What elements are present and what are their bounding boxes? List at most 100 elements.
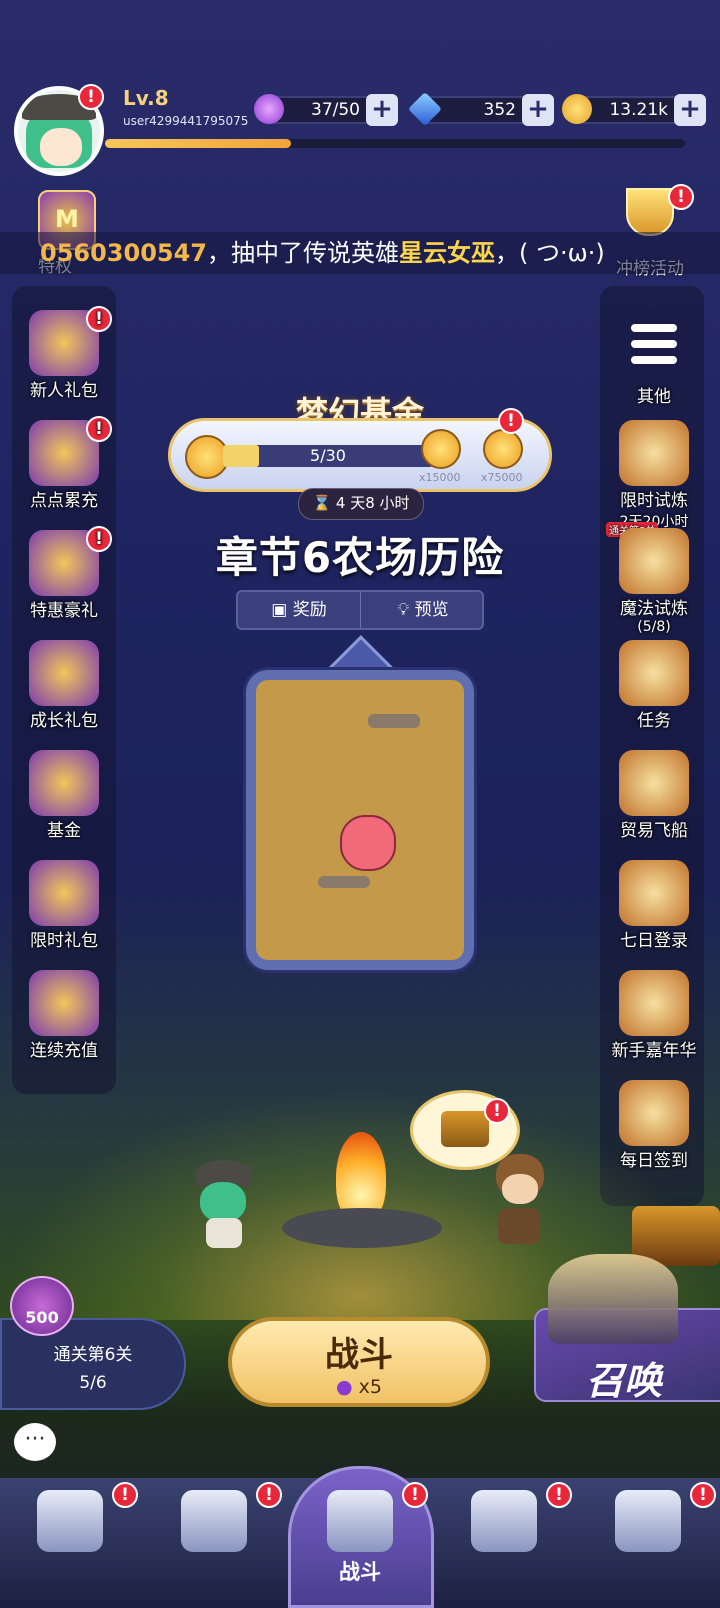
left-menu-label: 基金 <box>47 821 81 841</box>
left-menu-label: 连续充值 <box>30 1041 98 1061</box>
nav-item-2[interactable]: ! <box>164 1482 282 1590</box>
announcement-ticker: 0560300547，抽中了传说英雄星云女巫，( つ·ω·) <box>0 232 720 274</box>
player-level: Lv.8 <box>123 86 169 110</box>
add-gems-button[interactable]: + <box>522 94 554 126</box>
avatar-alert-badge: ! <box>78 84 104 110</box>
stage-reward-value: 500 <box>25 1308 59 1327</box>
left-menu-3[interactable]: 特惠豪礼! <box>4 526 124 621</box>
nav-item-1[interactable]: ! <box>20 1482 138 1590</box>
heroes-portrait-icon <box>619 528 689 594</box>
stage-card[interactable] <box>246 670 474 970</box>
gem-counter: 352 + <box>408 92 554 126</box>
hamburger-menu-icon <box>619 316 689 382</box>
ticker-hero: 星云女巫 <box>399 239 495 267</box>
camera-chest-icon: ▣ <box>271 600 288 620</box>
coin-value: 13.21k <box>609 100 668 120</box>
shop-icon <box>37 1490 103 1552</box>
witch-hero-icon[interactable] <box>186 1160 256 1250</box>
nav-item-5[interactable]: ! <box>598 1482 716 1590</box>
summon-button[interactable]: 召唤 <box>534 1254 720 1403</box>
battle-crest-icon <box>327 1490 393 1552</box>
rewards-tab-label: 奖励 <box>292 600 327 620</box>
left-menu-5[interactable]: 基金 <box>4 750 124 841</box>
calendar-icon <box>619 860 689 926</box>
nav-item-3[interactable]: 战斗! <box>310 1482 428 1590</box>
stone-ring-icon <box>282 1208 442 1248</box>
right-menu-1[interactable]: 其他 <box>594 316 714 407</box>
diamond-icon <box>408 92 442 126</box>
rock-icon <box>368 714 420 728</box>
rock-icon <box>318 876 370 888</box>
gem-chest-icon <box>29 860 99 926</box>
chat-bubble-icon: ··· <box>24 1427 46 1452</box>
ranking-alert-badge: ! <box>668 184 694 210</box>
trophy-icon <box>626 188 674 236</box>
add-coins-button[interactable]: + <box>674 94 706 126</box>
preview-tab-label: 预览 <box>414 600 449 620</box>
nav-item-4[interactable]: ! <box>454 1482 572 1590</box>
left-menu-2[interactable]: 点点累充! <box>4 416 124 511</box>
nav-alert-badge: ! <box>256 1482 282 1508</box>
battle-label: 战斗 <box>325 1335 393 1375</box>
right-menu-2[interactable]: 限时试炼2天20小时 <box>594 420 714 531</box>
left-menu-label: 成长礼包 <box>30 711 98 731</box>
summon-heroes-icon <box>548 1254 678 1344</box>
xp-bar <box>105 139 685 148</box>
fund-progress-bar: 5/30 <box>223 445 433 467</box>
elf-hero-icon[interactable] <box>484 1154 554 1250</box>
treasure-chest-icon <box>441 1111 489 1147</box>
rewards-tab[interactable]: ▣ 奖励 <box>238 592 361 628</box>
lightbulb-icon: 💡︎ <box>397 600 410 620</box>
gem-value: 352 <box>483 100 516 120</box>
blue-chest-icon <box>29 970 99 1036</box>
energy-counter: 37/50 + <box>254 94 398 126</box>
right-menu-sub: (5/8) <box>637 619 671 635</box>
coin-counter: 13.21k + <box>562 94 706 126</box>
fund-reward-a: x15000 <box>419 471 461 484</box>
player-id: user4299441795075 <box>123 114 249 128</box>
right-menu-4[interactable]: 任务 <box>594 640 714 731</box>
winged-shield-icon <box>29 750 99 816</box>
gold-coin-icon <box>483 429 523 469</box>
battle-cost-value: x5 <box>358 1376 382 1398</box>
monster-icon <box>340 815 396 871</box>
nav-alert-badge: ! <box>690 1482 716 1508</box>
battle-button[interactable]: 战斗 ● x5 <box>228 1317 490 1407</box>
nav-alert-badge: ! <box>112 1482 138 1508</box>
stage-progress-label: 通关第6关 <box>53 1345 133 1365</box>
stage-progress-count: 5/6 <box>79 1373 107 1393</box>
summon-label: 召唤 <box>586 1359 663 1403</box>
left-menu-1[interactable]: 新人礼包! <box>4 306 124 401</box>
right-menu-3[interactable]: 通关第8关魔法试炼(5/8) <box>594 522 714 635</box>
reward-book-icon[interactable]: 500 <box>10 1276 74 1336</box>
chapter-title: 章节6农场历险 <box>215 533 505 582</box>
add-energy-button[interactable]: + <box>366 94 398 126</box>
map-icon <box>615 1490 681 1552</box>
scroll-quill-icon <box>619 640 689 706</box>
castle-icon <box>471 1490 537 1552</box>
battle-cost: ● x5 <box>232 1376 486 1398</box>
right-menu-6[interactable]: 七日登录 <box>594 860 714 951</box>
ticker-text: ，抽中了传说英雄 <box>207 239 399 267</box>
right-menu-label: 魔法试炼 <box>620 599 688 619</box>
right-menu-7[interactable]: 新手嘉年华 <box>594 970 714 1061</box>
right-menu-label: 贸易飞船 <box>620 821 688 841</box>
ticker-player: 0560300547 <box>40 239 207 267</box>
carnival-gift-icon <box>619 970 689 1036</box>
chat-button[interactable]: ··· <box>14 1423 56 1461</box>
right-menu-label: 新手嘉年华 <box>611 1041 697 1061</box>
left-menu-7[interactable]: 连续充值 <box>4 970 124 1061</box>
chapter-tabs: ▣ 奖励 💡︎ 预览 <box>236 590 484 630</box>
preview-tab[interactable]: 💡︎ 预览 <box>362 592 484 628</box>
gold-coin-icon <box>421 429 461 469</box>
left-menu-6[interactable]: 限时礼包 <box>4 860 124 951</box>
helmet-icon <box>181 1490 247 1552</box>
fund-timer: ⌛ 4 天8 小时 <box>298 488 424 520</box>
xp-bar-fill <box>105 139 291 148</box>
left-menu-4[interactable]: 成长礼包 <box>4 640 124 731</box>
left-menu-alert-badge: ! <box>86 306 112 332</box>
right-menu-5[interactable]: 贸易飞船 <box>594 750 714 841</box>
energy-value: 37/50 <box>311 100 360 120</box>
fund-timer-text: 4 天8 小时 <box>335 494 410 512</box>
fund-banner[interactable]: 5/30 + x15000 x75000 <box>168 418 552 492</box>
